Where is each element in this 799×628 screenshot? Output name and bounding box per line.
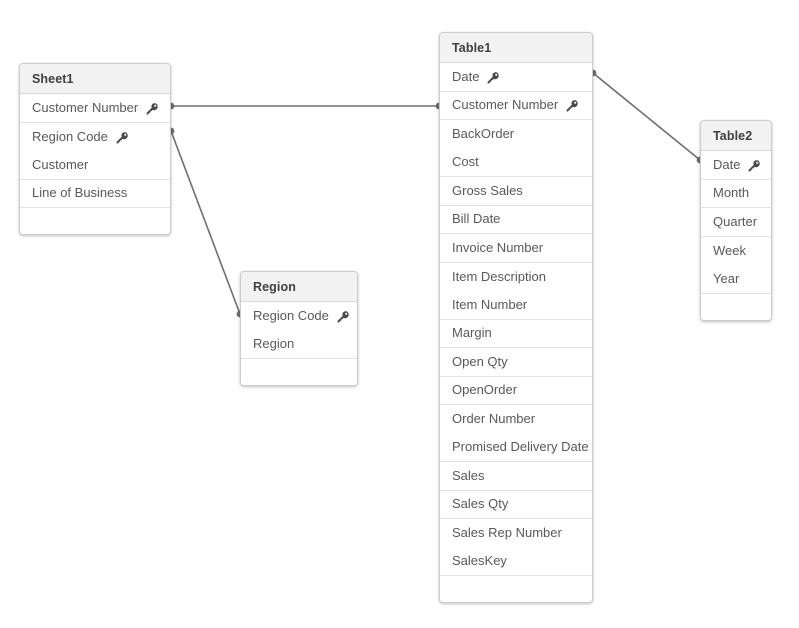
field-row[interactable]: Customer Number	[440, 92, 592, 120]
field-label: Region Code	[32, 128, 108, 144]
field-label: Sales	[452, 467, 485, 483]
field-row[interactable]: Cost	[440, 149, 592, 177]
field-row[interactable]: Region Code	[241, 302, 357, 331]
field-label: Sales Qty	[452, 496, 509, 511]
field-row[interactable]: Bill Date	[440, 206, 592, 234]
field-label: Region	[253, 336, 295, 351]
field-row[interactable]: Gross Sales	[440, 177, 592, 206]
field-label: Customer Number	[32, 99, 139, 115]
key-icon	[565, 99, 579, 113]
field-row[interactable]: Customer Number	[20, 94, 170, 123]
field-row[interactable]: OpenOrder	[440, 377, 592, 405]
key-icon	[486, 71, 500, 85]
field-row[interactable]: SalesKey	[440, 548, 592, 576]
field-row[interactable]: Date	[440, 63, 592, 92]
data-model-canvas[interactable]: Sheet1 Customer Number Region Code Customer…	[0, 0, 799, 628]
field-row[interactable]: Quarter	[701, 208, 771, 237]
field-label: Invoice Number	[452, 239, 544, 255]
field-label: Line of Business	[32, 185, 128, 200]
table-card-sheet1[interactable]: Sheet1 Customer Number Region Code Customer…	[19, 63, 171, 235]
field-label: Promised Delivery Date	[452, 439, 589, 454]
field-row[interactable]: Date	[701, 151, 771, 180]
field-row[interactable]: Margin	[440, 320, 592, 348]
field-label: Month	[713, 185, 750, 200]
table-footer-table1	[440, 576, 592, 602]
field-label: Open Qty	[452, 353, 508, 369]
field-label: Customer Number	[452, 97, 559, 112]
field-label: Item Number	[452, 296, 528, 312]
field-row[interactable]: Customer	[20, 151, 170, 180]
field-label: Gross Sales	[452, 182, 523, 198]
field-label: Year	[713, 270, 740, 286]
field-row[interactable]: Order Number	[440, 405, 592, 434]
field-row[interactable]: Sales Qty	[440, 491, 592, 519]
association-sheet1-table1[interactable]	[167, 102, 443, 110]
field-row[interactable]: Line of Business	[20, 180, 170, 208]
field-label: Customer	[32, 156, 89, 172]
key-icon	[747, 159, 761, 173]
field-row[interactable]: Item Number	[440, 291, 592, 320]
table-card-region[interactable]: Region Region Code Region	[240, 271, 358, 386]
field-row[interactable]: Week	[701, 237, 771, 266]
table-footer-table2	[701, 293, 771, 320]
field-label: Week	[713, 242, 746, 258]
table-title-table1: Table1	[440, 33, 592, 63]
table-card-table1[interactable]: Table1 Date Customer Number BackOrder Cost Gr…	[439, 32, 593, 603]
field-label: OpenOrder	[452, 382, 518, 397]
field-label: Bill Date	[452, 211, 501, 226]
field-row[interactable]: Invoice Number	[440, 234, 592, 263]
field-label: BackOrder	[452, 126, 515, 141]
field-label: Item Description	[452, 268, 546, 284]
field-label: Date	[452, 68, 480, 84]
field-row[interactable]: Month	[701, 180, 771, 208]
field-label: Region Code	[253, 308, 329, 323]
field-label: Quarter	[713, 213, 758, 229]
table-card-table2[interactable]: Table2 Date Month Quarter Week Year	[700, 120, 772, 321]
association-table1-table2[interactable]	[589, 69, 704, 164]
key-icon	[336, 310, 350, 324]
table-footer-sheet1	[20, 208, 170, 234]
association-line	[592, 72, 701, 161]
field-row[interactable]: Promised Delivery Date	[440, 434, 592, 462]
field-row[interactable]: Open Qty	[440, 348, 592, 377]
association-line	[170, 130, 241, 315]
association-sheet1-region[interactable]	[167, 127, 244, 318]
field-label: SalesKey	[452, 553, 507, 568]
field-row[interactable]: BackOrder	[440, 120, 592, 149]
key-icon	[145, 102, 159, 116]
field-row[interactable]: Sales	[440, 462, 592, 491]
key-icon	[115, 131, 129, 145]
field-row[interactable]: Year	[701, 265, 771, 294]
table-footer-region	[241, 359, 357, 385]
field-row[interactable]: Item Description	[440, 263, 592, 292]
field-row[interactable]: Region Code	[20, 123, 170, 152]
table-title-table2: Table2	[701, 121, 771, 151]
field-label: Order Number	[452, 411, 536, 426]
table-title-region: Region	[241, 272, 357, 302]
field-label: Cost	[452, 154, 479, 169]
field-row[interactable]: Sales Rep Number	[440, 519, 592, 548]
field-row[interactable]: Region	[241, 331, 357, 359]
table-title-sheet1: Sheet1	[20, 64, 170, 94]
field-label: Sales Rep Number	[452, 525, 562, 540]
field-label: Date	[713, 156, 741, 172]
field-label: Margin	[452, 325, 492, 340]
